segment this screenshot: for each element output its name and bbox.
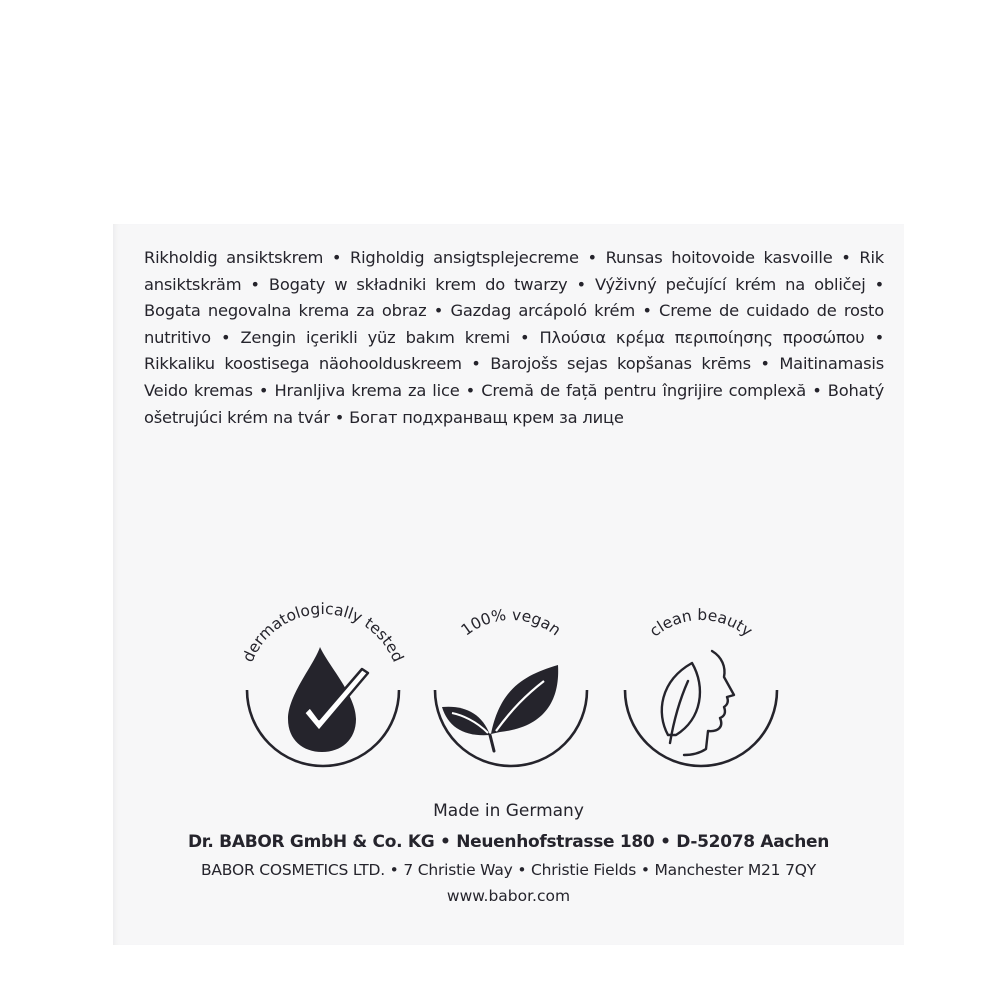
vegan-badge: 100% vegan (418, 595, 604, 785)
badge-row: dermatologically tested 100% vegan clean… (230, 595, 790, 795)
dermatologically-tested-badge: dermatologically tested (230, 595, 416, 785)
product-box-photo: Rikholdig ansiktskrem • Righoldig ansigt… (0, 0, 1000, 1000)
leaves-icon (442, 665, 559, 753)
company-address: Dr. BABOR GmbH & Co. KG • Neuenhofstrass… (187, 832, 830, 852)
uk-address: BABOR COSMETICS LTD. • 7 Christie Way • … (200, 861, 817, 879)
drop-checkmark-icon (288, 647, 370, 752)
face-leaf-icon (660, 649, 736, 757)
clean-beauty-badge: clean beauty (608, 595, 794, 785)
vegan-svg: 100% vegan (433, 606, 589, 768)
badge-label: 100% vegan (458, 606, 564, 639)
made-in-label: Made in Germany (433, 801, 584, 821)
website-label: www.babor.com (446, 887, 571, 905)
badge-label: clean beauty (646, 606, 756, 640)
clean-beauty-svg: clean beauty (623, 606, 779, 768)
product-description: Rikholdig ansiktskrem • Righoldig ansigt… (144, 248, 884, 427)
dermatologically-tested-svg: dermatologically tested (239, 600, 407, 768)
